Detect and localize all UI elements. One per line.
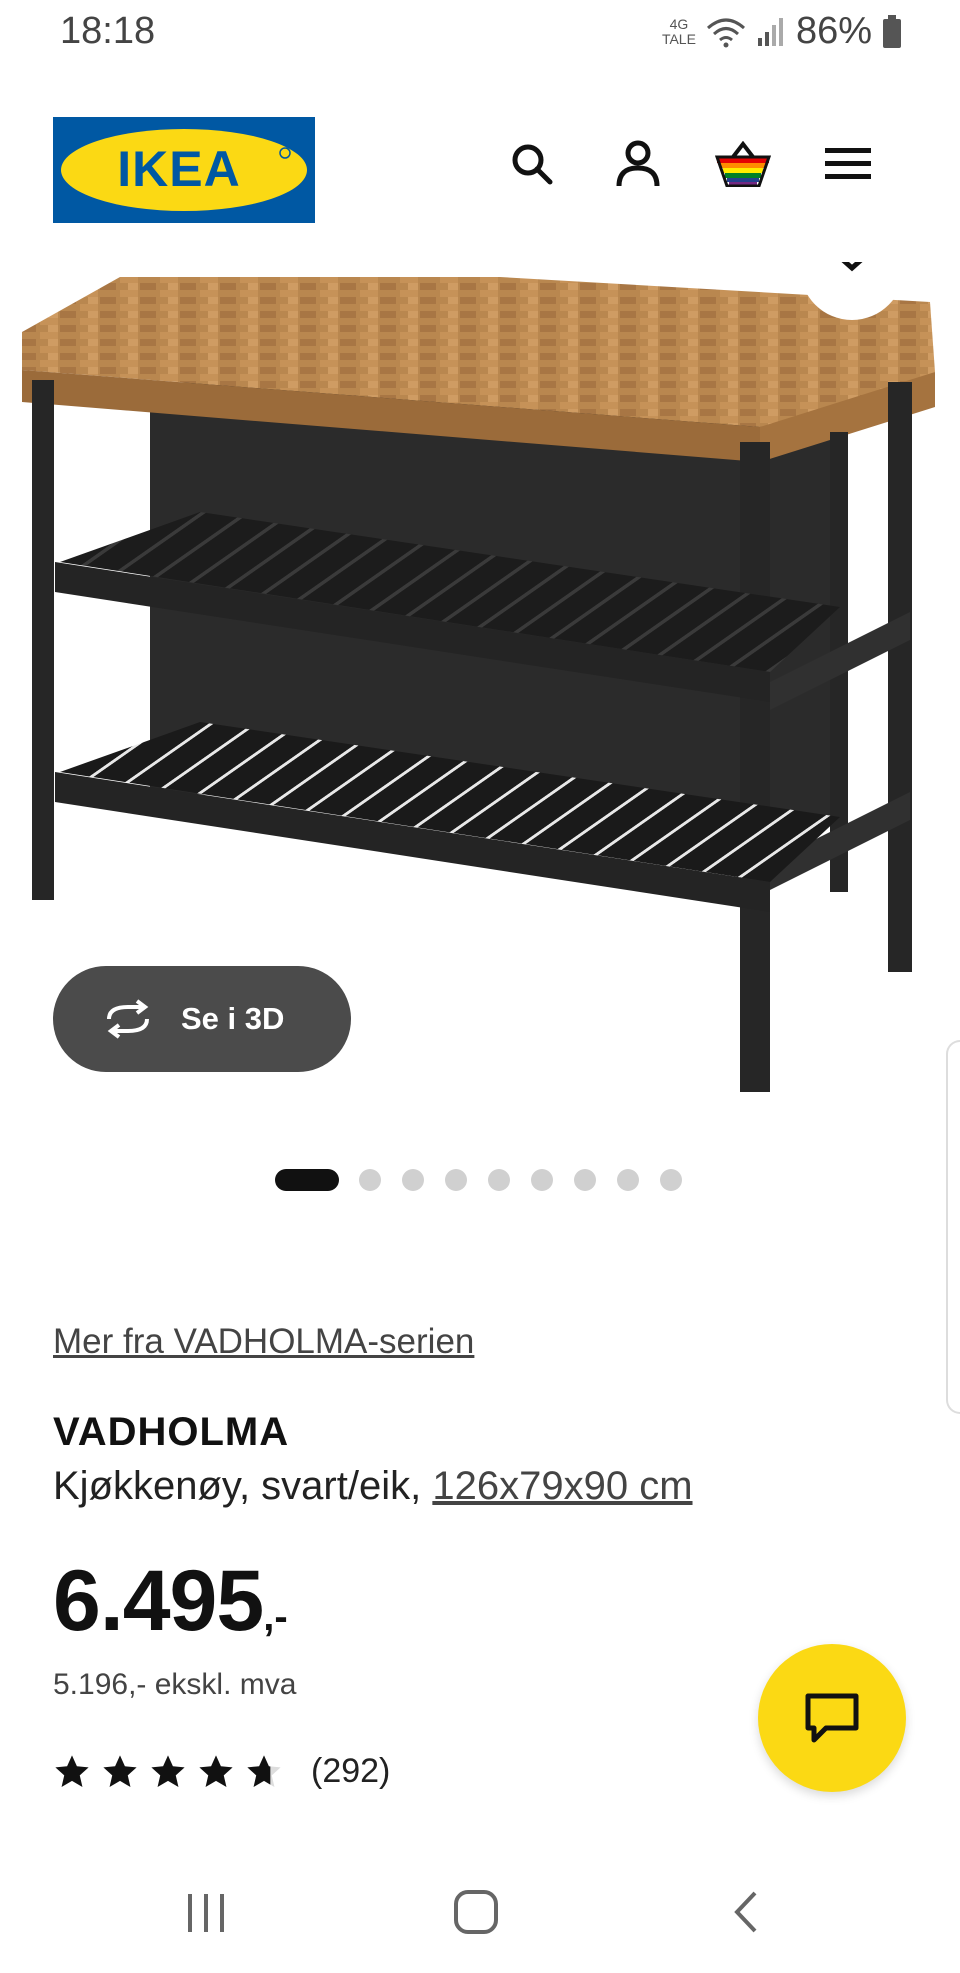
ikea-logo[interactable]: IKEA (53, 117, 315, 223)
recent-apps-button[interactable] (176, 1882, 236, 1942)
system-nav-bar (0, 1860, 960, 1973)
product-description: Kjøkkenøy, svart/eik, 126x79x90 cm (53, 1464, 693, 1509)
series-link[interactable]: Mer fra VADHOLMA-serien (53, 1322, 474, 1362)
product-name: VADHOLMA (53, 1410, 290, 1454)
rotate-3d-icon (107, 999, 149, 1039)
home-button[interactable] (446, 1882, 506, 1942)
price-suffix: ,- (263, 1595, 288, 1639)
carousel-dot[interactable] (574, 1169, 596, 1191)
view-3d-button[interactable]: Se i 3D (53, 966, 351, 1072)
product-dimensions-link[interactable]: 126x79x90 cm (432, 1464, 692, 1508)
carousel-dot[interactable] (488, 1169, 510, 1191)
price-value: 6.495 (53, 1553, 264, 1649)
rating-stars (53, 1753, 283, 1791)
review-count: (292) (311, 1752, 391, 1790)
carousel-dot[interactable] (445, 1169, 467, 1191)
status-bar: 18:18 4G TALE 86% (0, 0, 960, 66)
carousel-dot[interactable] (617, 1169, 639, 1191)
carousel-dot[interactable] (660, 1169, 682, 1191)
menu-icon[interactable] (820, 136, 876, 192)
carousel-dot[interactable] (275, 1169, 339, 1191)
back-icon (734, 1891, 757, 1933)
home-icon (454, 1890, 498, 1934)
carousel-dot[interactable] (359, 1169, 381, 1191)
price-excl-vat: 5.196,- ekskl. mva (53, 1668, 297, 1701)
star-icon (151, 1754, 185, 1787)
chevron-down-icon (841, 262, 863, 272)
battery-percentage: 86% (795, 10, 872, 52)
network-sub: TALE (661, 30, 696, 47)
carousel-dot[interactable] (531, 1169, 553, 1191)
svg-text:IKEA: IKEA (117, 141, 240, 197)
star-icon (199, 1754, 233, 1787)
view-3d-label: Se i 3D (181, 1001, 285, 1036)
recent-apps-icon (188, 1894, 224, 1932)
status-icons: 4G TALE 86% (662, 10, 902, 53)
site-header: IKEA (0, 108, 960, 228)
chat-button[interactable] (758, 1644, 906, 1792)
product-rating[interactable]: (292) (53, 1752, 390, 1791)
account-icon[interactable] (610, 136, 666, 192)
star-icon (55, 1754, 89, 1787)
network-type: 4G (669, 15, 689, 32)
status-time: 18:18 (60, 10, 156, 52)
star-icon (103, 1754, 137, 1787)
shopping-bag-icon[interactable] (715, 136, 771, 192)
wifi-icon (706, 18, 745, 47)
product-price: 6.495,- (53, 1552, 288, 1651)
product-type: Kjøkkenøy, svart/eik, (53, 1464, 422, 1508)
side-panel-handle[interactable] (946, 1040, 960, 1414)
back-button[interactable] (716, 1882, 776, 1942)
star-half-icon (247, 1754, 281, 1787)
signal-icon (757, 17, 783, 46)
image-carousel-indicator (275, 1168, 703, 1192)
battery-icon (883, 14, 901, 48)
search-icon[interactable] (504, 136, 560, 192)
chat-icon (805, 1693, 859, 1743)
network-indicator: 4G TALE (661, 15, 696, 47)
carousel-dot[interactable] (402, 1169, 424, 1191)
